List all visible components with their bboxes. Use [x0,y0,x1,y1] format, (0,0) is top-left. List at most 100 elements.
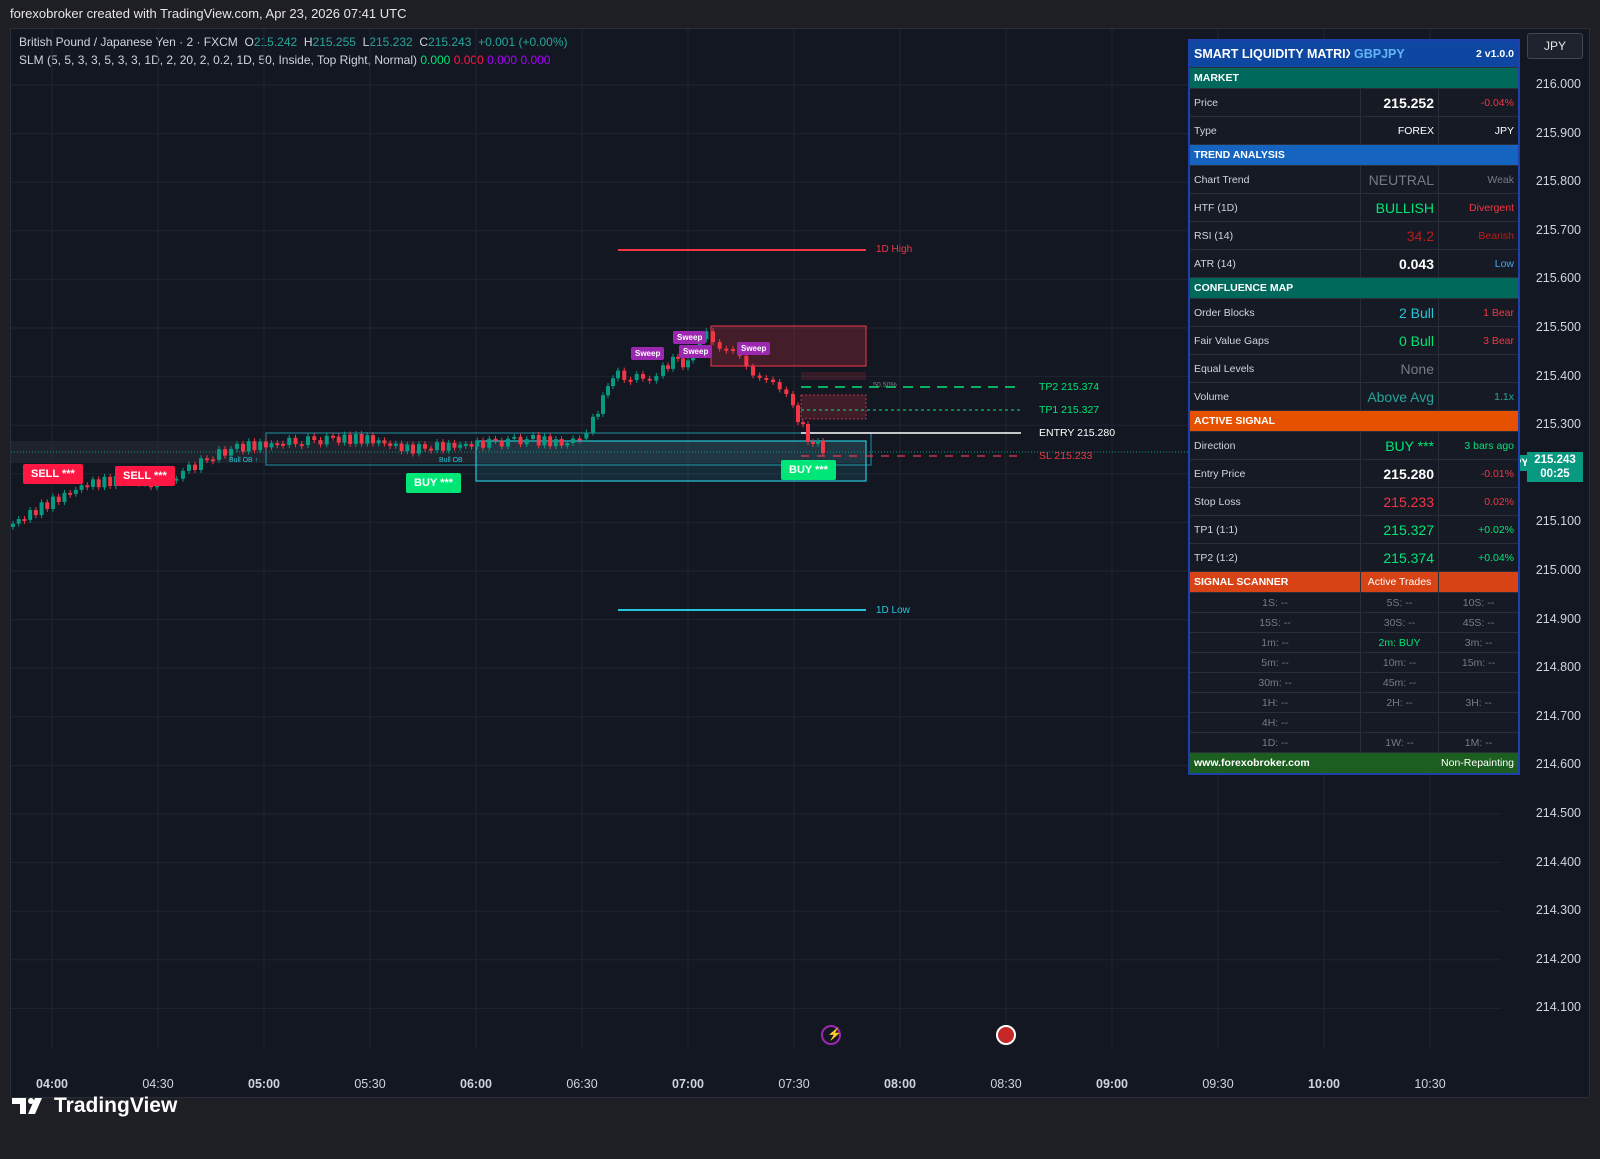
candle-body [717,342,722,349]
chart-area[interactable]: British Pound / Japanese Yen · 2 · FXCM … [10,28,1590,1098]
candle-body [312,436,317,441]
scanner-cell: 1M: -- [1438,733,1518,752]
candle-body [634,374,639,380]
sweep-tag-3[interactable]: Sweep [679,345,713,358]
1d-low-label: 1D Low [876,605,910,616]
candle-body [796,405,800,423]
price-axis-label: 215.500 [1535,320,1581,334]
candle-body [686,360,690,368]
candle-body [771,379,775,383]
scanner-row: 15S: -- 30S: -- 45S: -- [1190,613,1518,633]
candle-body [731,349,735,352]
price-axis-label: 215.700 [1535,222,1581,237]
scanner-cell: 2m: BUY [1360,633,1438,652]
candle-body [553,439,558,447]
candle-body [616,370,620,379]
tradingview-logo-icon [12,1098,42,1114]
scanner-cell: 5S: -- [1360,593,1438,612]
price-axis-label: 215.000 [1535,563,1581,577]
buy-signal-tag[interactable]: BUY *** [406,473,461,493]
time-axis-label: 10:00 [1308,1077,1340,1091]
sweep-tag-2[interactable]: Sweep [673,331,707,344]
scanner-cell: 2H: -- [1360,693,1438,712]
fvg-zone [801,372,866,380]
scanner-cell: 1D: -- [1261,736,1289,749]
scanner-cell: 3m: -- [1438,633,1518,652]
scanner-cell [1360,713,1438,732]
bull-ob-label: Bull OB ↑ [229,457,259,464]
candle-body [506,438,510,447]
buy-signal-tag-2[interactable]: BUY *** [781,460,836,480]
currency-button[interactable]: JPY [1527,33,1583,59]
tradingview-logo[interactable]: TradingView [12,1094,177,1118]
candle-body [481,440,485,448]
candle-body [661,365,665,376]
candle-body [452,442,457,448]
candle-body [293,437,298,445]
candle-body [596,413,600,417]
time-axis-label: 08:30 [990,1077,1022,1091]
candle-body [512,436,517,439]
time-axis-label: 06:00 [460,1077,492,1091]
candle-body [62,492,67,502]
candle-body [68,492,73,495]
candle-body [475,440,480,447]
candle-body [577,438,582,441]
entry-label: ENTRY 215.280 [1039,427,1116,439]
uk-flag-event-icon[interactable] [996,1025,1016,1045]
tp1-label: TP1 215.327 [1039,404,1100,416]
candle-body [681,358,685,368]
panel-symbol: GBPJPY [1354,47,1405,61]
candle-body [744,355,749,367]
price-axis-label: 214.900 [1535,611,1581,626]
candle-body [816,440,820,444]
candle-body [542,436,547,446]
scanner-cell: 3H: -- [1438,693,1518,712]
scanner-cell: 5m: -- [1261,656,1289,669]
candle-body [258,441,263,451]
sweep-tag-4[interactable]: Sweep [737,342,771,355]
candle-body [39,502,44,516]
candle-body [548,436,553,447]
price-axis-label: 216.000 [1535,77,1581,91]
candle-body [269,443,274,448]
candle-body [56,496,61,502]
candle-body [318,440,323,445]
scanner-row: 1H: -- 2H: -- 3H: -- [1190,693,1518,713]
candle-body [764,377,769,380]
sweep-tag[interactable]: Sweep [631,347,665,360]
scanner-cell: 45m: -- [1360,673,1438,692]
candle-body [51,496,55,509]
last-price-badge: 215.243 00:25 [1527,452,1583,482]
candle-body [73,489,78,494]
mid-label: 50.50% [873,382,897,389]
candle-body [666,365,670,369]
market-price: 215.252 [1360,89,1438,116]
candle-body [263,441,268,448]
candle-body [499,440,504,447]
price-axis-label: 214.300 [1535,903,1581,918]
candle-body [96,479,101,488]
candle-body [28,510,33,520]
candle-body [801,422,805,425]
scanner-cell [1438,713,1518,732]
lightning-event-icon[interactable]: ⚡ [821,1025,842,1045]
time-axis-label: 05:00 [248,1077,280,1091]
price-axis-label: 214.500 [1535,806,1581,820]
candle-body [342,434,347,443]
scanner-cell: 10m: -- [1360,653,1438,672]
candle-body [365,435,370,444]
sell-signal-tag[interactable]: SELL *** [23,464,83,484]
time-axis-label: 04:00 [36,1077,68,1091]
price-axis-label: 215.100 [1535,514,1581,529]
candle-body [399,443,404,452]
candle-body [777,382,782,390]
candle-body [647,378,652,381]
candle-body [359,434,364,444]
time-axis-label: 08:00 [884,1077,916,1091]
section-market: MARKET [1194,72,1239,84]
candle-body [382,440,387,444]
1d-high-label: 1D High [876,244,913,255]
sell-signal-tag-2[interactable]: SELL *** [115,466,175,486]
candle-body [757,375,762,378]
